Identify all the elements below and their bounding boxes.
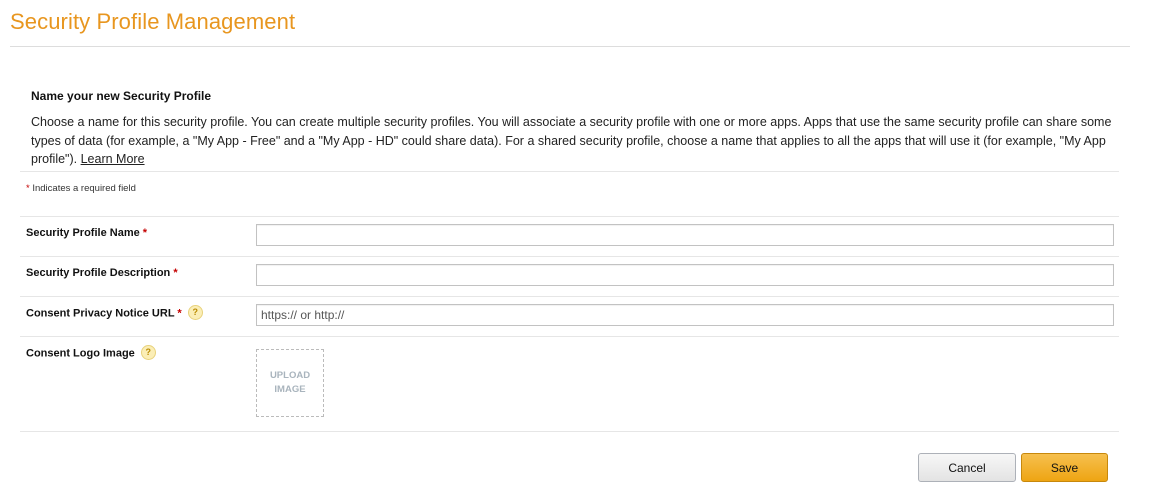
required-star: *: [142, 227, 148, 239]
privacy-url-label: Consent Privacy Notice URL *?: [26, 305, 203, 320]
required-star: *: [173, 267, 178, 279]
divider: [20, 256, 1119, 257]
privacy-url-input[interactable]: [256, 304, 1114, 326]
save-button[interactable]: Save: [1021, 453, 1108, 482]
help-icon[interactable]: ?: [187, 305, 203, 320]
required-star: *: [177, 307, 182, 320]
divider: [20, 216, 1119, 217]
profile-description-input[interactable]: [256, 264, 1114, 286]
profile-name-label: Security Profile Name *: [26, 227, 148, 239]
learn-more-link[interactable]: Learn More: [81, 152, 145, 166]
title-divider: [10, 46, 1130, 47]
divider: [20, 336, 1119, 337]
required-note-text: Indicates a required field: [32, 183, 136, 194]
page-title: Security Profile Management: [10, 9, 296, 34]
upload-image-button[interactable]: UPLOAD IMAGE: [256, 349, 324, 417]
intro-text: Choose a name for this security profile.…: [31, 113, 1116, 169]
divider: [20, 171, 1119, 172]
cancel-button[interactable]: Cancel: [918, 453, 1016, 482]
logo-image-label: Consent Logo Image?: [26, 345, 156, 360]
required-star: *: [26, 183, 30, 194]
divider: [20, 296, 1119, 297]
required-field-note: * Indicates a required field: [26, 183, 136, 194]
divider: [20, 431, 1119, 432]
help-icon[interactable]: ?: [140, 345, 156, 360]
profile-name-input[interactable]: [256, 224, 1114, 246]
profile-description-label: Security Profile Description *: [26, 267, 178, 279]
upload-image-text: UPLOAD IMAGE: [269, 370, 311, 395]
intro-body: Choose a name for this security profile.…: [31, 115, 1112, 166]
section-heading: Name your new Security Profile: [31, 89, 212, 103]
